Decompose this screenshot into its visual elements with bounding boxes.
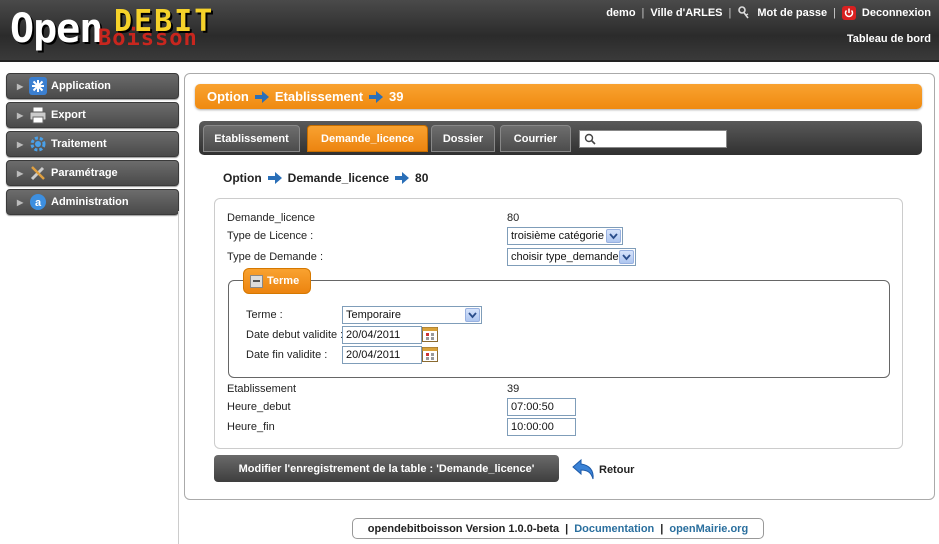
search-icon xyxy=(584,133,596,145)
tab-demande-licence[interactable]: Demande_licence xyxy=(307,125,428,152)
sidebar-panel xyxy=(6,211,179,544)
breadcrumb-item: 39 xyxy=(389,89,404,104)
version-text: opendebitboisson Version 1.0.0-beta xyxy=(367,522,560,535)
etablissement-value: 39 xyxy=(507,383,520,395)
demande-licence-value: 80 xyxy=(507,212,520,224)
key-icon xyxy=(738,6,750,19)
type-licence-value: troisième catégorie xyxy=(511,230,604,242)
terme-fieldset: Terme Terme : Temporaire Date debut vali… xyxy=(228,268,890,378)
sidebar-item-label: Export xyxy=(51,109,86,121)
calendar-icon[interactable] xyxy=(422,347,438,362)
type-demande-label: Type de Demande : xyxy=(227,251,324,263)
sidebar-item-traitement[interactable]: ▶ Traitement xyxy=(6,131,179,157)
chevron-down-icon xyxy=(606,229,621,243)
submit-button[interactable]: Modifier l'enregistrement de la table : … xyxy=(214,455,559,482)
expand-arrow-icon: ▶ xyxy=(17,139,24,149)
form-box: Demande_licence 80 Type de Licence : tro… xyxy=(214,198,903,449)
main-panel: Option Etablissement 39 Etablissement De… xyxy=(184,73,935,500)
heure-debut-label: Heure_debut xyxy=(227,401,291,413)
breadcrumb: Option Etablissement 39 xyxy=(195,84,922,109)
footer: opendebitboisson Version 1.0.0-beta | Do… xyxy=(352,518,764,539)
terme-label: Terme : xyxy=(246,309,283,321)
sidebar-item-label: Administration xyxy=(51,196,129,208)
breadcrumb-item[interactable]: Etablissement xyxy=(275,89,363,104)
sub-breadcrumb-item: Option xyxy=(223,171,262,185)
city-name[interactable]: Ville d'ARLES xyxy=(650,7,722,19)
asterisk-icon xyxy=(29,77,47,95)
arrow-right-icon xyxy=(254,90,269,103)
separator: | xyxy=(728,7,732,19)
separator: | xyxy=(565,522,569,535)
expand-arrow-icon: ▶ xyxy=(17,168,24,178)
separator: | xyxy=(660,522,664,535)
calendar-icon[interactable] xyxy=(422,327,438,342)
type-demande-value: choisir type_demande xyxy=(511,251,619,263)
type-licence-select[interactable]: troisième catégorie xyxy=(507,227,623,245)
arrow-right-icon xyxy=(395,172,410,184)
terme-value: Temporaire xyxy=(346,309,402,321)
date-debut-input[interactable]: 20/04/2011 xyxy=(342,326,422,344)
arrow-right-icon xyxy=(267,172,282,184)
user-name[interactable]: demo xyxy=(606,7,635,19)
heure-fin-input[interactable]: 10:00:00 xyxy=(507,418,576,436)
tools-icon xyxy=(29,164,47,182)
heure-fin-label: Heure_fin xyxy=(227,421,275,433)
printer-icon xyxy=(29,106,47,124)
documentation-link[interactable]: Documentation xyxy=(574,523,654,535)
back-label: Retour xyxy=(599,464,635,476)
type-licence-label: Type de Licence : xyxy=(227,230,314,242)
expand-arrow-icon: ▶ xyxy=(17,81,24,91)
separator: | xyxy=(641,7,645,19)
back-button[interactable]: Retour xyxy=(571,458,634,482)
openmairie-link[interactable]: openMairie.org xyxy=(669,523,748,535)
tab-dossier[interactable]: Dossier xyxy=(431,125,495,152)
arrow-right-icon xyxy=(369,90,384,103)
separator: | xyxy=(833,7,836,19)
sidebar: ▶ Application ▶ Export ▶ Traitement ▶ Pa… xyxy=(6,73,179,218)
date-fin-input[interactable]: 20/04/2011 xyxy=(342,346,422,364)
tab-search-input[interactable] xyxy=(579,130,727,148)
admin-icon: a xyxy=(29,193,47,211)
date-debut-label: Date debut validite : xyxy=(246,329,344,341)
password-link[interactable]: Mot de passe xyxy=(757,7,827,19)
sidebar-item-label: Traitement xyxy=(51,138,107,150)
app-logo[interactable]: Open DEBIT Boisson xyxy=(8,2,248,58)
type-demande-select[interactable]: choisir type_demande xyxy=(507,248,636,266)
tab-bar: Etablissement Demande_licence Dossier Co… xyxy=(199,121,922,155)
chevron-down-icon xyxy=(619,250,634,264)
gear-icon xyxy=(29,135,47,153)
svg-text:a: a xyxy=(35,197,42,209)
logout-link[interactable]: Deconnexion xyxy=(862,7,931,19)
dashboard-link[interactable]: Tableau de bord xyxy=(847,33,931,45)
sub-breadcrumb-item: 80 xyxy=(415,171,429,185)
sidebar-item-label: Application xyxy=(51,80,111,92)
back-arrow-icon xyxy=(572,458,594,480)
logo-open-text: Open xyxy=(10,6,103,52)
logo-boisson-text: Boisson xyxy=(98,26,198,51)
breadcrumb-item[interactable]: Option xyxy=(207,89,249,104)
sub-breadcrumb-item: Demande_licence xyxy=(287,171,390,185)
power-icon xyxy=(841,6,856,20)
tab-courrier[interactable]: Courrier xyxy=(500,125,571,152)
heure-debut-input[interactable]: 07:00:50 xyxy=(507,398,576,416)
chevron-down-icon xyxy=(465,308,480,322)
header: Open DEBIT Boisson demo | Ville d'ARLES … xyxy=(0,0,939,62)
terme-collapse-toggle[interactable]: Terme xyxy=(243,268,311,294)
terme-select[interactable]: Temporaire xyxy=(342,306,482,324)
date-fin-label: Date fin validite : xyxy=(246,349,328,361)
collapse-icon xyxy=(250,274,263,288)
sidebar-item-parametrage[interactable]: ▶ Paramétrage xyxy=(6,160,179,186)
top-links: demo | Ville d'ARLES | Mot de passe | De… xyxy=(606,6,931,20)
sidebar-item-export[interactable]: ▶ Export xyxy=(6,102,179,128)
terme-title: Terme xyxy=(267,275,300,287)
tab-etablissement[interactable]: Etablissement xyxy=(203,125,300,152)
demande-licence-label: Demande_licence xyxy=(227,212,316,224)
expand-arrow-icon: ▶ xyxy=(17,197,24,207)
sidebar-item-application[interactable]: ▶ Application xyxy=(6,73,179,99)
expand-arrow-icon: ▶ xyxy=(17,110,24,120)
etablissement-label: Etablissement xyxy=(227,383,297,395)
sub-breadcrumb: Option Demande_licence 80 xyxy=(223,171,428,185)
sidebar-item-label: Paramétrage xyxy=(51,167,118,179)
